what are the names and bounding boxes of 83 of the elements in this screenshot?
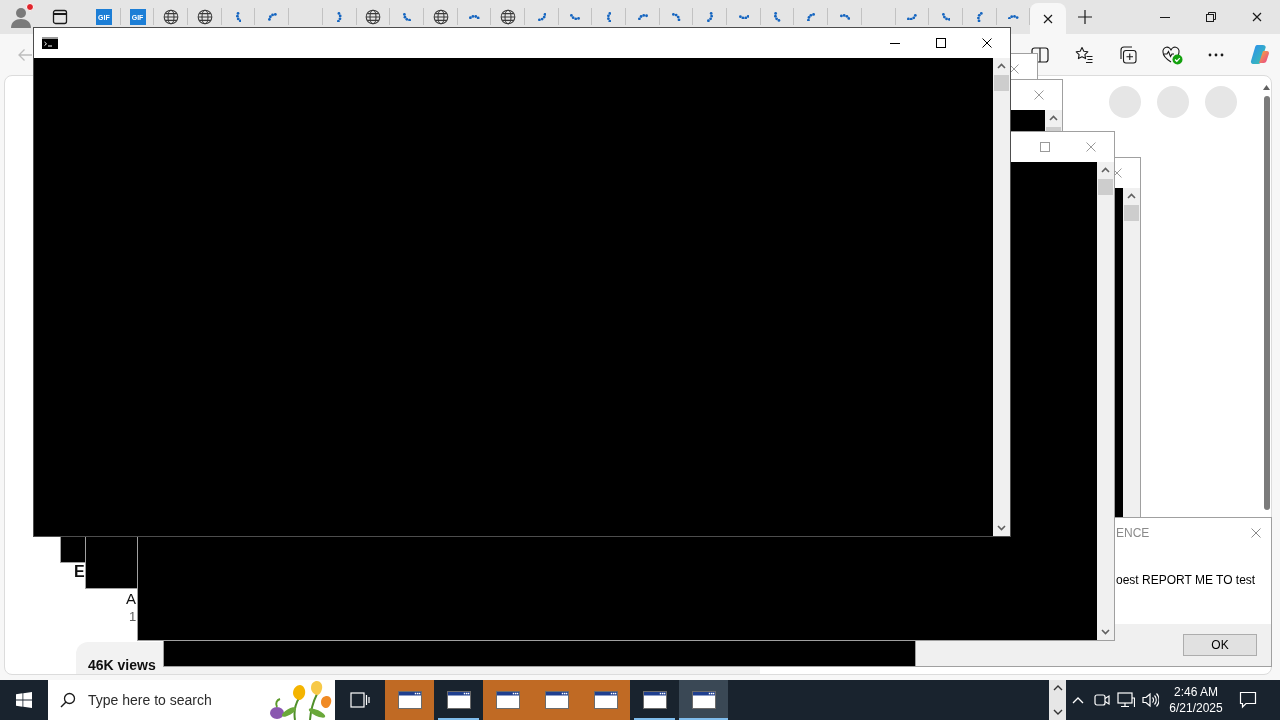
taskbar-app[interactable] bbox=[483, 680, 532, 720]
tabs-icon[interactable] bbox=[52, 9, 68, 25]
loading-icon bbox=[537, 12, 546, 22]
loading-icon bbox=[907, 13, 918, 21]
window-icon bbox=[691, 691, 716, 709]
plus-icon[interactable] bbox=[1078, 10, 1093, 24]
avatar-placeholder bbox=[1109, 86, 1141, 118]
globe-icon bbox=[163, 9, 180, 25]
windows-logo-icon[interactable] bbox=[16, 692, 32, 708]
clock-date: 6/21/2025 bbox=[1169, 700, 1223, 716]
scrollbar[interactable] bbox=[1097, 162, 1114, 640]
volume-icon[interactable] bbox=[1141, 692, 1159, 708]
taskbar-app[interactable] bbox=[581, 680, 630, 720]
search-field[interactable]: Type here to search bbox=[48, 680, 335, 720]
loading-icon bbox=[337, 11, 342, 23]
favorites-icon[interactable] bbox=[1074, 44, 1094, 65]
heart-pulse-icon[interactable] bbox=[1161, 44, 1183, 65]
collections-icon[interactable] bbox=[1118, 44, 1138, 65]
avatar-placeholder bbox=[1157, 86, 1189, 118]
loading-icon bbox=[469, 14, 480, 20]
camera-icon[interactable] bbox=[1094, 692, 1110, 708]
scrollbar-thumb[interactable] bbox=[994, 75, 1009, 91]
avatar-placeholder bbox=[1205, 86, 1237, 118]
scrollbar-thumb[interactable] bbox=[1124, 205, 1139, 221]
loading-icon bbox=[235, 11, 242, 23]
profile-icon[interactable] bbox=[9, 5, 33, 29]
scroll-up-icon[interactable] bbox=[1052, 685, 1063, 691]
scroll-up-icon[interactable] bbox=[1263, 85, 1270, 90]
loading-icon bbox=[607, 11, 612, 23]
scrollbar-thumb[interactable] bbox=[1046, 127, 1061, 131]
close-icon[interactable] bbox=[982, 38, 992, 48]
view-count: 46K views bbox=[88, 657, 156, 674]
window-icon bbox=[495, 691, 520, 709]
network-icon[interactable] bbox=[1117, 692, 1135, 708]
text-fragment: E bbox=[74, 562, 85, 581]
loading-icon bbox=[267, 13, 277, 21]
scrollbar-thumb[interactable] bbox=[1098, 179, 1113, 195]
window-icon bbox=[593, 691, 618, 709]
loading-icon bbox=[774, 12, 781, 22]
loading-icon bbox=[570, 13, 581, 21]
notification-dot-icon bbox=[26, 3, 34, 11]
dialog-title: ENCE bbox=[1116, 525, 1150, 541]
notification-icon[interactable] bbox=[1239, 691, 1257, 709]
copilot-icon[interactable] bbox=[1249, 43, 1271, 66]
loading-icon bbox=[403, 12, 412, 22]
loading-icon bbox=[672, 12, 681, 22]
loading-icon bbox=[707, 11, 714, 22]
scrollbar-thumb[interactable] bbox=[1263, 96, 1270, 510]
loading-icon bbox=[807, 12, 816, 22]
task-view-icon[interactable] bbox=[350, 692, 370, 708]
loading-icon bbox=[941, 13, 951, 21]
window-icon bbox=[642, 691, 667, 709]
text-fragment: 1 bbox=[129, 608, 137, 625]
taskbar-app[interactable] bbox=[679, 680, 728, 720]
split-screen-icon[interactable] bbox=[1030, 44, 1050, 65]
search-icon bbox=[60, 692, 76, 708]
close-icon[interactable] bbox=[1043, 13, 1054, 24]
loading-icon bbox=[976, 11, 983, 23]
taskbar-app[interactable] bbox=[385, 680, 434, 720]
close-icon[interactable] bbox=[1252, 12, 1262, 22]
chevron-up-icon[interactable] bbox=[1072, 696, 1084, 704]
loading-icon bbox=[839, 14, 851, 20]
globe-icon bbox=[196, 9, 213, 25]
text-fragment: A bbox=[126, 589, 136, 608]
window-icon bbox=[446, 691, 471, 709]
clock-time: 2:46 AM bbox=[1174, 684, 1218, 700]
dialog-message: oest REPORT ME TO test bbox=[1116, 572, 1256, 588]
maximize-icon[interactable] bbox=[936, 38, 946, 48]
globe-icon bbox=[432, 9, 449, 25]
scroll-down-icon[interactable] bbox=[1052, 709, 1063, 715]
globe-icon bbox=[365, 9, 382, 25]
close-icon[interactable] bbox=[1009, 64, 1019, 74]
scrollbar[interactable] bbox=[993, 58, 1010, 536]
window-icon bbox=[544, 691, 569, 709]
globe-icon bbox=[500, 9, 517, 25]
window-icon bbox=[397, 691, 422, 709]
console-icon bbox=[42, 37, 58, 49]
ok-button[interactable]: OK bbox=[1183, 634, 1257, 656]
loading-icon bbox=[637, 13, 648, 21]
loading-icon bbox=[1008, 14, 1019, 20]
taskbar-scroller[interactable] bbox=[1049, 680, 1066, 720]
restore-icon[interactable] bbox=[1206, 12, 1216, 22]
loading-icon bbox=[738, 14, 750, 20]
